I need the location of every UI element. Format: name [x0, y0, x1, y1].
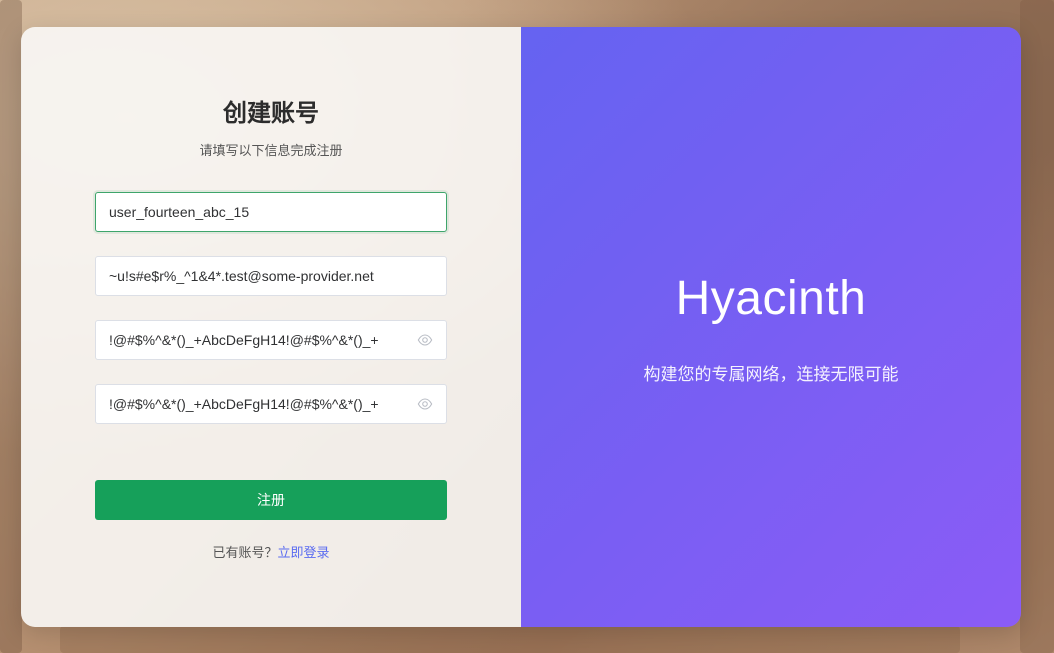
register-form-panel: 创建账号 请填写以下信息完成注册 注册 已有账号？立即登录	[21, 27, 521, 627]
email-input[interactable]	[109, 268, 433, 284]
eye-icon[interactable]	[417, 396, 433, 412]
background-illustration-right	[1020, 0, 1054, 653]
email-field	[95, 256, 447, 296]
form-subtitle: 请填写以下信息完成注册	[199, 143, 343, 158]
password-field	[95, 320, 447, 360]
login-prompt-line: 已有账号？立即登录	[21, 542, 521, 561]
login-prompt-text: 已有账号？	[212, 545, 278, 560]
login-link[interactable]: 立即登录	[278, 545, 330, 560]
brand-panel: Hyacinth 构建您的专属网络，连接无限可能	[521, 27, 1021, 627]
brand-tagline: 构建您的专属网络，连接无限可能	[643, 365, 899, 384]
password-input[interactable]	[109, 332, 411, 348]
confirm-password-input[interactable]	[109, 396, 411, 412]
register-button[interactable]: 注册	[95, 480, 447, 520]
background-illustration-left	[0, 0, 22, 653]
brand-name: Hyacinth	[675, 272, 867, 325]
username-input[interactable]	[109, 204, 433, 220]
confirm-password-field	[95, 384, 447, 424]
register-card: 创建账号 请填写以下信息完成注册 注册 已有账号？立即登录	[21, 27, 1021, 627]
form-title: 创建账号	[223, 100, 319, 127]
username-field	[95, 192, 447, 232]
background-illustration-bottom	[60, 626, 960, 653]
eye-icon[interactable]	[417, 332, 433, 348]
